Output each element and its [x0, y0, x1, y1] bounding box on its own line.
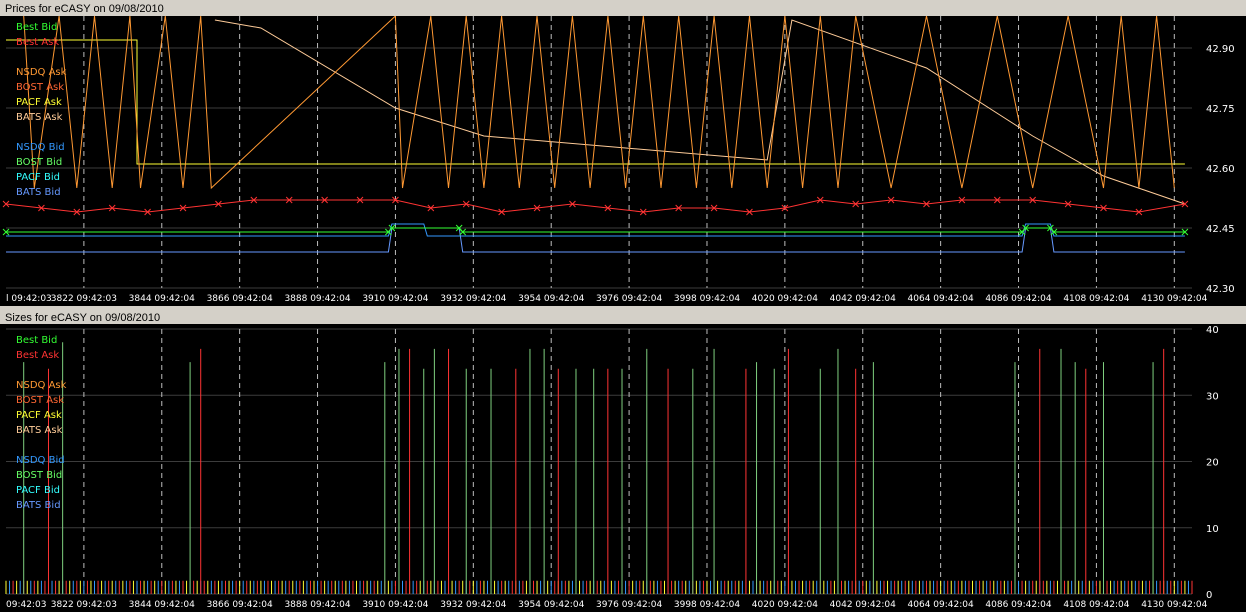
x-tick-label: 4108 09:42:04: [1063, 600, 1129, 610]
size-chart-title: Sizes for eCASY on 09/08/2010: [5, 312, 161, 324]
x-tick-label: 3976 09:42:04: [596, 600, 662, 610]
x-tick-label: 3998 09:42:04: [674, 294, 740, 304]
legend-entry: BOST Ask: [16, 82, 64, 93]
x-tick-label: 4130 09:42:04: [1141, 600, 1207, 610]
price-chart: 42.30 42.45 42.60 42.75 42.90 l 09:42:033822 …: [0, 16, 1246, 306]
x-tick-label: 4064 09:42:04: [908, 600, 974, 610]
x-tick-label: 4108 09:42:04: [1063, 294, 1129, 304]
legend-entry: NSDQ Ask: [16, 380, 67, 391]
x-tick-label: 3976 09:42:04: [596, 294, 662, 304]
y-tick-label: 20: [1206, 458, 1219, 469]
x-tick-label: 4064 09:42:04: [908, 294, 974, 304]
legend-entry: NSDQ Bid: [16, 455, 65, 466]
x-tick-label: 4086 09:42:04: [985, 294, 1051, 304]
y-tick-label: 42.60: [1206, 164, 1235, 175]
x-tick-label: 3932 09:42:04: [440, 600, 506, 610]
x-tick-label: 3910 09:42:04: [362, 600, 428, 610]
x-tick-label: 3844 09:42:04: [129, 600, 195, 610]
x-tick-label: 09:42:03: [6, 600, 46, 610]
x-tick-label: 3954 09:42:04: [518, 294, 584, 304]
x-tick-label: 3866 09:42:04: [207, 294, 273, 304]
legend-entry: BATS Bid: [16, 500, 61, 511]
legend-entry: BOST Bid: [16, 157, 62, 168]
legend-entry: BOST Bid: [16, 470, 62, 481]
legend-entry: NSDQ Bid: [16, 142, 65, 153]
y-tick-label: 42.90: [1206, 44, 1235, 55]
x-tick-label: 3866 09:42:04: [207, 600, 273, 610]
legend-entry: BATS Ask: [16, 425, 63, 436]
legend-entry: PACF Bid: [16, 172, 60, 183]
x-tick-label: 3822 09:42:03: [51, 600, 117, 610]
legend-entry: Best Bid: [16, 22, 57, 33]
x-tick-label: 4042 09:42:04: [830, 294, 896, 304]
price-chart-title: Prices for eCASY on 09/08/2010: [5, 3, 164, 15]
y-tick-label: 40: [1206, 325, 1219, 336]
y-tick-label: 30: [1206, 391, 1219, 402]
x-tick-label: 3954 09:42:04: [518, 600, 584, 610]
legend-entry: BATS Bid: [16, 187, 61, 198]
x-tick-label: 3910 09:42:04: [362, 294, 428, 304]
x-tick-label: 3822 09:42:03: [51, 294, 117, 304]
legend-entry: PACF Ask: [16, 97, 62, 108]
legend-entry: BATS Ask: [16, 112, 63, 123]
x-tick-label: 4130 09:42:04: [1141, 294, 1207, 304]
legend-entry: Best Bid: [16, 335, 57, 346]
legend-entry: PACF Bid: [16, 485, 60, 496]
legend-entry: PACF Ask: [16, 410, 62, 421]
x-tick-label: 3888 09:42:04: [284, 600, 350, 610]
plot-area: [6, 16, 1192, 288]
y-axis-area: [1192, 16, 1246, 288]
x-tick-label: 3844 09:42:04: [129, 294, 195, 304]
y-tick-label: 42.75: [1206, 104, 1235, 115]
y-tick-label: 42.45: [1206, 224, 1235, 235]
x-tick-label: 4020 09:42:04: [752, 600, 818, 610]
size-chart: 01020304009:42:03 3822 09:42:03 3844 09:42…: [0, 324, 1246, 612]
y-axis-area: [1192, 329, 1246, 594]
x-tick-label: 3932 09:42:04: [440, 294, 506, 304]
legend-entry: Best Ask: [16, 37, 59, 48]
x-tick-label: 4020 09:42:04: [752, 294, 818, 304]
legend-entry: Best Ask: [16, 350, 59, 361]
x-tick-label: 4086 09:42:04: [985, 600, 1051, 610]
x-tick-label: l 09:42:03: [6, 294, 52, 304]
y-tick-label: 10: [1206, 524, 1219, 535]
y-tick-label: 42.30: [1206, 284, 1235, 295]
x-tick-label: 4042 09:42:04: [830, 600, 896, 610]
legend-entry: BOST Ask: [16, 395, 64, 406]
x-tick-label: 3888 09:42:04: [284, 294, 350, 304]
x-tick-label: 3998 09:42:04: [674, 600, 740, 610]
legend-entry: NSDQ Ask: [16, 67, 67, 78]
